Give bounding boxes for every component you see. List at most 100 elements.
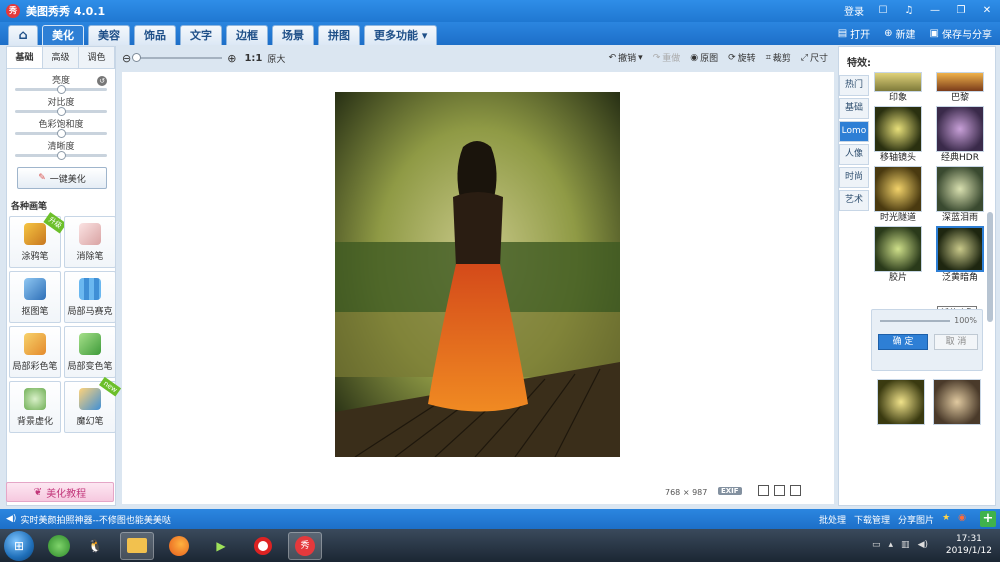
taskbar-recorder-icon[interactable] — [246, 532, 280, 560]
effect-thumbnail[interactable] — [877, 379, 925, 425]
new-button[interactable]: ⊕ 新建 — [884, 26, 915, 41]
category-art[interactable]: 艺术 — [839, 190, 869, 211]
tab-accessories[interactable]: 饰品 — [134, 25, 176, 45]
undo-button[interactable]: ↶ 撤销 ▾ — [609, 51, 643, 65]
confirm-button[interactable]: 确 定 — [878, 334, 928, 350]
contrast-slider[interactable]: 对比度 — [15, 95, 107, 116]
tab-beautify[interactable]: 美化 — [42, 25, 84, 45]
zoom-out-icon[interactable]: ⊖ — [122, 52, 131, 65]
zoom-1to1-button[interactable]: 1:1 — [244, 53, 262, 64]
category-portrait[interactable]: 人像 — [839, 144, 869, 165]
category-fashion[interactable]: 时尚 — [839, 167, 869, 188]
redo-button[interactable]: ↷ 重做 — [653, 51, 681, 65]
slider-knob[interactable] — [57, 129, 66, 138]
image-canvas[interactable]: 768 × 987 EXIF — [122, 72, 834, 504]
network-icon[interactable]: ▥ — [901, 540, 910, 550]
split-view-icon[interactable] — [758, 485, 769, 496]
login-link[interactable]: 登录 — [844, 3, 864, 18]
magic-brush-button[interactable]: 魔幻笔 new — [64, 376, 122, 433]
taskbar-media-icon[interactable]: ▶ — [204, 532, 238, 560]
zoom-slider[interactable] — [132, 53, 223, 62]
effect-tilt-shift[interactable]: 移轴镜头 — [873, 106, 923, 165]
effect-paris[interactable]: 巴黎 — [935, 72, 985, 105]
tab-collage[interactable]: 拼图 — [318, 25, 360, 45]
category-hot[interactable]: 热门 — [839, 75, 869, 96]
slider-knob[interactable] — [57, 107, 66, 116]
effect-film[interactable]: 胶片 — [873, 226, 923, 285]
save-share-button[interactable]: ▣ 保存与分享 — [930, 26, 992, 41]
taskbar-meitu-icon[interactable]: 秀 — [288, 531, 322, 560]
keyboard-icon[interactable]: ▭ — [872, 540, 881, 550]
add-icon[interactable]: + — [980, 511, 996, 527]
compare-view-icon[interactable] — [774, 485, 785, 496]
cutout-brush-button[interactable]: 抠图笔 — [9, 271, 61, 323]
tab-color[interactable]: 调色 — [79, 47, 115, 68]
effect-impression[interactable]: 印象 — [873, 72, 923, 105]
taskbar-app-360-icon[interactable] — [48, 534, 70, 557]
minimize-icon[interactable]: — — [928, 4, 942, 18]
taskbar-firefox-icon[interactable] — [162, 532, 196, 560]
resize-button[interactable]: ⤢ 尺寸 — [801, 51, 828, 65]
close-icon[interactable]: ✕ — [980, 4, 994, 18]
effect-blue-rain[interactable]: 深蓝泪雨 — [935, 166, 985, 225]
tab-scene[interactable]: 场景 — [272, 25, 314, 45]
mosaic-brush-button[interactable]: 局部马赛克 — [64, 271, 116, 323]
tab-text[interactable]: 文字 — [180, 25, 222, 45]
chevron-down-icon[interactable]: ▾ — [638, 53, 643, 63]
zoom-in-icon[interactable]: ⊕ — [227, 52, 236, 65]
thumbnail-view-icon[interactable] — [790, 485, 801, 496]
tab-border[interactable]: 边框 — [226, 25, 268, 45]
zoom-knob[interactable] — [132, 53, 142, 62]
strength-slider[interactable] — [880, 320, 950, 322]
download-manager-button[interactable]: 下载管理 — [854, 513, 890, 526]
taskbar-explorer-icon[interactable] — [120, 531, 154, 560]
tab-basic[interactable]: 基础 — [7, 47, 43, 68]
tab-beauty[interactable]: 美容 — [88, 25, 130, 45]
doodle-brush-button[interactable]: 涂鸦笔 升级 — [9, 212, 67, 268]
volume-icon[interactable]: ◀) — [918, 540, 928, 550]
category-basic[interactable]: 基础 — [839, 98, 869, 119]
rotate-button[interactable]: ⟳ 旋转 — [728, 51, 756, 65]
category-lomo[interactable]: Lomo — [839, 121, 869, 142]
reset-icon[interactable]: ↺ — [97, 76, 107, 86]
tab-advanced[interactable]: 高级 — [43, 47, 79, 68]
recolor-brush-button[interactable]: 局部变色笔 — [64, 326, 116, 378]
star-icon[interactable]: ★ — [942, 513, 950, 526]
effect-classic-hdr[interactable]: 经典HDR — [935, 106, 985, 165]
weibo-icon[interactable]: ◉ — [958, 513, 966, 526]
brightness-slider[interactable]: 亮度 — [15, 73, 107, 94]
original-size-button[interactable]: 原大 — [267, 52, 285, 65]
batch-button[interactable]: 批处理 — [819, 513, 846, 526]
open-button[interactable]: ▤ 打开 — [838, 26, 870, 41]
home-icon[interactable]: ⌂ — [8, 25, 38, 45]
tab-more[interactable]: 更多功能 ▾ — [364, 25, 438, 45]
eraser-brush-button[interactable]: 消除笔 — [64, 216, 116, 268]
color-brush-button[interactable]: 局部彩色笔 — [9, 326, 61, 378]
exif-button[interactable]: EXIF — [718, 487, 742, 495]
tray-expand-icon[interactable]: ▴ — [889, 540, 894, 550]
background-blur-button[interactable]: 背景虚化 — [9, 381, 61, 433]
edited-photo[interactable] — [335, 92, 620, 457]
one-click-beautify-button[interactable]: ✎ 一键美化 — [17, 167, 107, 189]
effect-thumbnail[interactable] — [933, 379, 981, 425]
sharpness-slider[interactable]: 清晰度 — [15, 139, 107, 160]
skin-icon[interactable]: ♫ — [902, 4, 916, 18]
effects-scrollbar[interactable] — [987, 212, 993, 322]
slider-knob[interactable] — [57, 151, 66, 160]
taskbar-qq-icon[interactable]: 🐧 — [78, 532, 112, 560]
chat-icon[interactable]: ☐ — [876, 4, 890, 18]
start-button[interactable]: ⊞ — [4, 530, 34, 561]
slider-knob[interactable] — [57, 85, 66, 94]
system-clock[interactable]: 17:31 2019/1/12 — [946, 533, 992, 557]
cancel-button[interactable]: 取 消 — [934, 334, 978, 350]
crop-button[interactable]: ⌗ 裁剪 — [766, 51, 791, 65]
effect-time-tunnel[interactable]: 时光隧道 — [873, 166, 923, 225]
original-image-button[interactable]: ◉ 原图 — [690, 51, 718, 65]
tutorial-button[interactable]: ❦ 美化教程 — [6, 482, 114, 502]
saturation-slider[interactable]: 色彩饱和度 — [15, 117, 107, 138]
rotate-icon: ⟳ — [728, 52, 736, 63]
maximize-icon[interactable]: ❐ — [954, 4, 968, 18]
share-image-button[interactable]: 分享图片 — [898, 513, 934, 526]
status-message[interactable]: 实时美颜拍照神器--不修图也能美美哒 — [20, 513, 171, 526]
effect-yellow-vignette[interactable]: 泛黄暗角 — [935, 226, 985, 285]
